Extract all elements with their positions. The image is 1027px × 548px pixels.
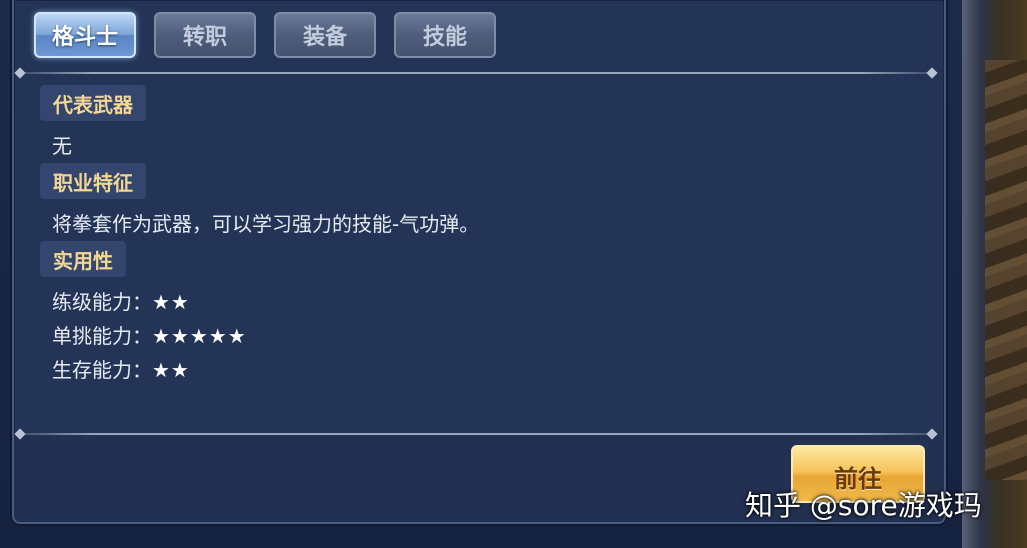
divider-ornament-right [926, 67, 938, 79]
tab-fighter[interactable]: 格斗士 [34, 12, 136, 58]
tab-equipment[interactable]: 装备 [274, 12, 376, 58]
rating-label: 单挑能力： [52, 324, 152, 348]
watermark: 知乎 @sore游戏玛 [745, 489, 982, 522]
rating-label: 练级能力： [52, 290, 152, 314]
section-title-weapon: 代表武器 [40, 85, 146, 121]
rating-row-solo: 单挑能力：★★★★★ [52, 320, 247, 349]
tab-job-change[interactable]: 转职 [154, 12, 256, 58]
bottom-divider [22, 433, 932, 435]
rating-stars: ★★ [152, 290, 190, 314]
rating-label: 生存能力： [52, 358, 152, 382]
section-title-feature: 职业特征 [40, 163, 146, 199]
rating-row-survival: 生存能力：★★ [52, 354, 190, 383]
rating-stars: ★★★★★ [152, 324, 247, 348]
feature-description: 将拳套作为武器，可以学习强力的技能-气功弹。 [52, 212, 480, 236]
section-title-utility: 实用性 [40, 241, 126, 277]
background-scene-art [985, 60, 1027, 480]
rating-row-leveling: 练级能力：★★ [52, 286, 190, 315]
rating-stars: ★★ [152, 358, 190, 382]
divider-ornament-left [14, 67, 26, 79]
top-divider [22, 72, 932, 74]
weapon-value: 无 [52, 134, 72, 158]
tab-skills[interactable]: 技能 [394, 12, 496, 58]
game-window: 格斗士 转职 装备 技能 代表武器 无 职业特征 将拳套作为武器，可以学习强力的… [0, 0, 1027, 548]
